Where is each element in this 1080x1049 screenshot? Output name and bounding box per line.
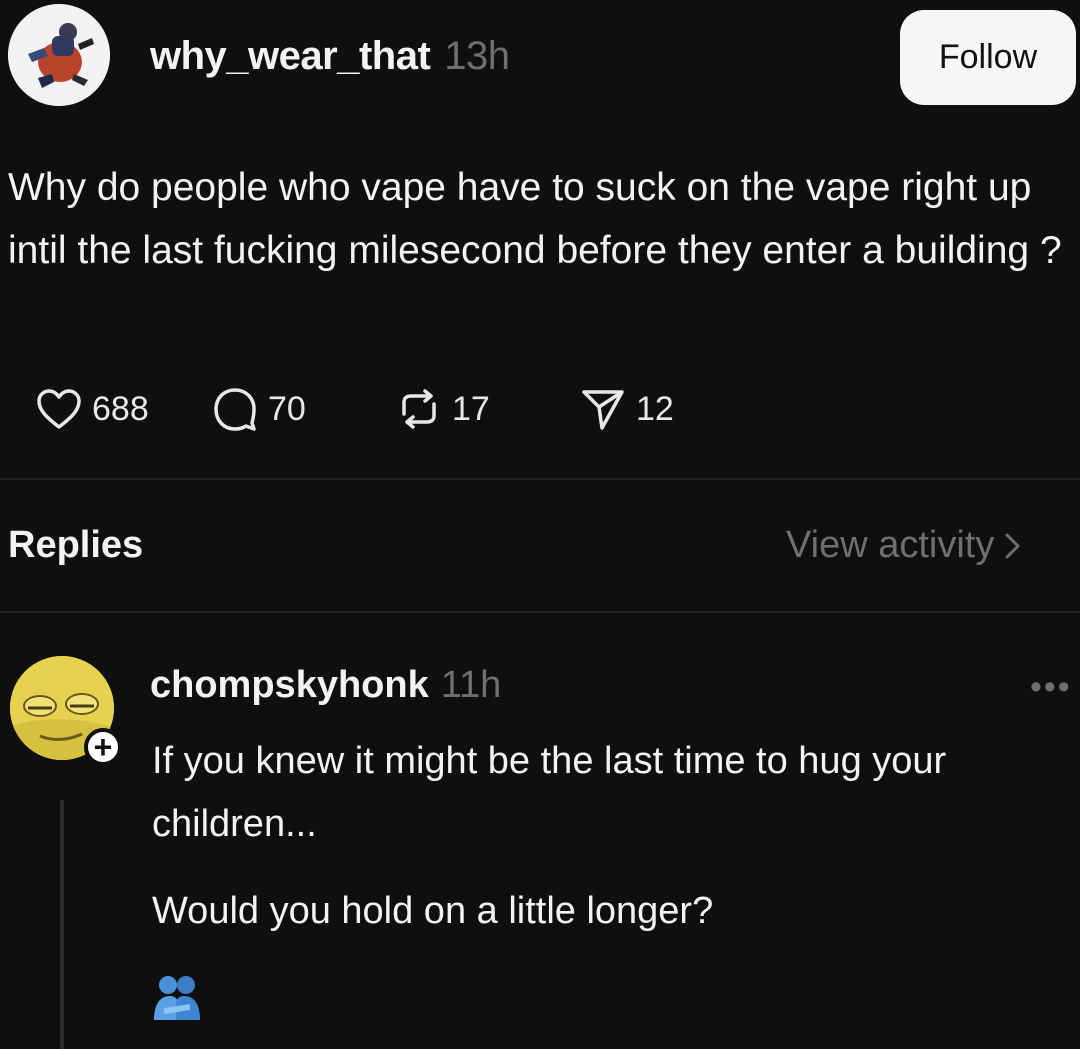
people-hugging-icon (152, 974, 202, 1022)
heart-icon (37, 389, 81, 429)
post-timestamp: 13h (444, 34, 510, 78)
view-activity-label: View activity (786, 524, 995, 566)
replies-title: Replies (8, 524, 144, 566)
reply-button[interactable]: 70 (212, 384, 306, 434)
follow-button[interactable]: Follow (900, 10, 1076, 105)
reply-count: 70 (268, 389, 306, 428)
post-username[interactable]: why_wear_that (150, 34, 431, 78)
chevron-right-icon (1005, 533, 1020, 558)
like-button[interactable]: 688 (36, 384, 149, 434)
comment-icon (214, 388, 256, 431)
more-options-icon[interactable]: ••• (1030, 668, 1072, 707)
post-username-row: why_wear_that 13h (150, 34, 510, 79)
divider (0, 478, 1080, 480)
post-avatar[interactable] (8, 4, 110, 106)
post-text: Why do people who vape have to suck on t… (8, 166, 1062, 272)
repost-icon (402, 389, 436, 429)
reply-text-line2: Would you hold on a little longer? (152, 890, 714, 932)
share-count: 12 (636, 389, 674, 428)
divider (0, 611, 1080, 613)
reply-username[interactable]: chompskyhonk (150, 664, 429, 706)
repost-count: 17 (452, 389, 490, 428)
thread-line (60, 800, 64, 1049)
view-activity-link[interactable]: View activity (786, 524, 1024, 567)
avatar-image (8, 4, 110, 106)
like-count: 688 (92, 389, 149, 428)
share-button[interactable]: 12 (580, 384, 674, 434)
reply-username-row: chompskyhonk 11h (150, 664, 501, 707)
reply-text-line1: If you knew it might be the last time to… (152, 740, 947, 845)
send-icon (582, 390, 624, 430)
reply-timestamp: 11h (440, 664, 502, 706)
follow-plus-badge[interactable]: + (84, 728, 122, 766)
repost-button[interactable]: 17 (396, 384, 490, 434)
